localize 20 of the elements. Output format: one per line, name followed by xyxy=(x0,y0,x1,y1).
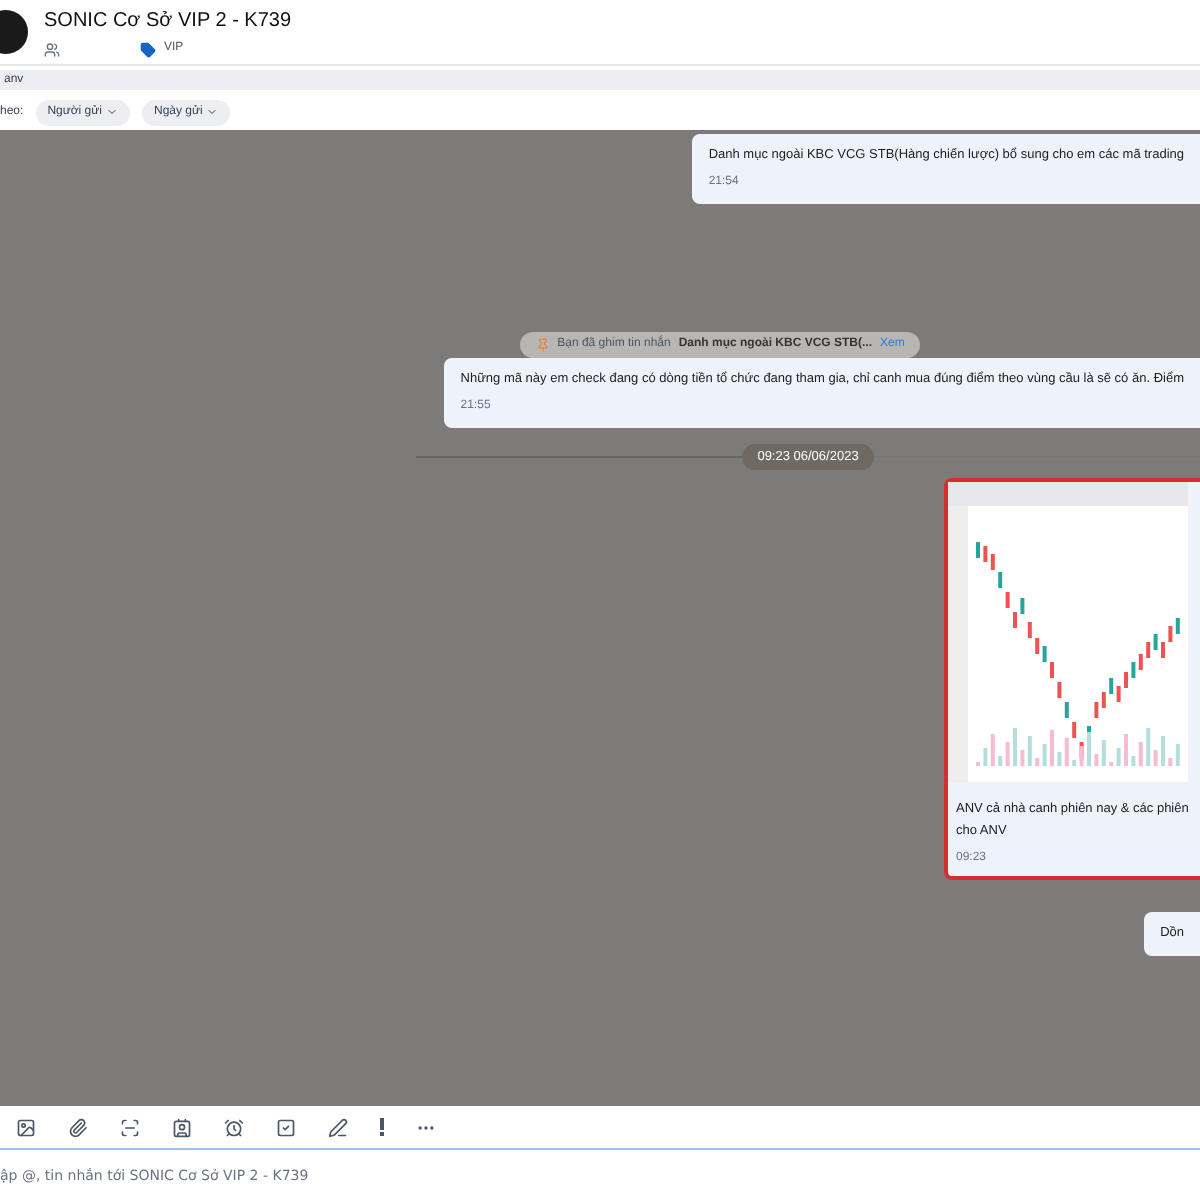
candle xyxy=(1057,682,1062,699)
candle xyxy=(1005,592,1010,609)
paperclip-icon[interactable] xyxy=(68,1117,88,1137)
pin-icon xyxy=(535,337,550,352)
image-icon[interactable] xyxy=(16,1117,36,1137)
contact-card-icon[interactable] xyxy=(172,1117,192,1137)
candle xyxy=(1027,622,1032,639)
chevron-down-icon xyxy=(206,106,219,118)
chat-title: SONIC Cơ Sở VIP 2 - K739 xyxy=(44,8,292,36)
candle xyxy=(1064,702,1069,719)
alarm-clock-icon[interactable] xyxy=(224,1117,244,1137)
members-icon[interactable] xyxy=(44,41,60,57)
screenshot-icon[interactable] xyxy=(120,1117,140,1137)
chevron-down-icon xyxy=(106,106,118,118)
pen-icon[interactable] xyxy=(328,1117,348,1137)
candle xyxy=(998,572,1003,589)
tag-icon xyxy=(140,41,156,57)
candle xyxy=(1020,598,1025,615)
checkbox-icon[interactable] xyxy=(276,1117,296,1137)
candle xyxy=(1072,722,1077,739)
